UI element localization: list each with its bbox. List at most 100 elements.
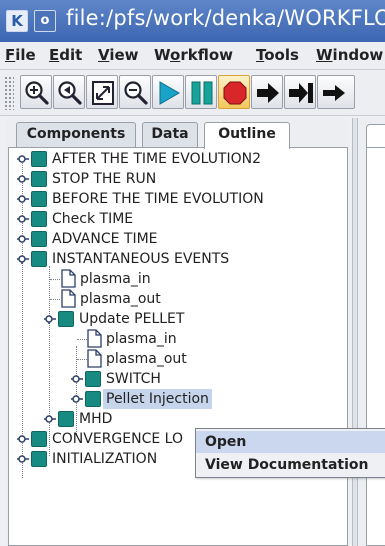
fit-page-button[interactable] <box>86 75 118 109</box>
zoom-back-button[interactable] <box>53 75 85 109</box>
zoom-out-icon <box>124 81 148 105</box>
file-icon <box>61 289 76 308</box>
pause-icon <box>191 81 213 105</box>
file-icon <box>87 349 102 368</box>
tree-node-label: SWITCH <box>106 371 161 387</box>
tree-node[interactable]: INSTANTANEOUS EVENTS <box>9 249 349 269</box>
tree-node[interactable]: plasma_out <box>9 289 349 309</box>
collapsed-toggle-icon[interactable] <box>17 174 29 184</box>
next-button[interactable] <box>317 75 355 109</box>
menu-window[interactable]: Window <box>316 46 383 64</box>
collapsed-toggle-icon[interactable] <box>71 394 83 404</box>
node-icon <box>31 211 47 227</box>
app-logo-icon: K <box>6 10 28 32</box>
node-icon <box>31 431 47 447</box>
title-bar: K o file:/pfs/work/denka/WORKFLO <box>0 0 385 42</box>
node-icon <box>31 171 47 187</box>
collapsed-toggle-icon[interactable] <box>17 454 29 464</box>
tree-node[interactable]: AFTER THE TIME EVOLUTION2 <box>9 149 349 169</box>
tree-node[interactable]: BEFORE THE TIME EVOLUTION <box>9 189 349 209</box>
stop-button[interactable] <box>218 75 250 109</box>
tree-connector <box>77 339 87 340</box>
tree-node-label: CONVERGENCE LO <box>52 431 183 447</box>
context-menu-open[interactable]: Open <box>196 431 385 453</box>
tree-node-label: plasma_out <box>106 351 187 367</box>
node-icon <box>85 391 101 407</box>
node-icon <box>58 311 74 327</box>
menu-bar: File Edit View Workflow Tools Window <box>0 42 385 70</box>
tree-node-label: plasma_out <box>80 291 161 307</box>
collapsed-toggle-icon[interactable] <box>17 234 29 244</box>
tree-node[interactable]: SWITCH <box>9 369 349 389</box>
editor-panel <box>352 118 385 546</box>
context-menu: Open View Documentation <box>195 428 385 478</box>
file-icon <box>61 269 76 288</box>
tab-data[interactable]: Data <box>142 122 198 147</box>
tree-node[interactable]: plasma_in <box>9 269 349 289</box>
menu-tools[interactable]: Tools <box>256 46 299 64</box>
tree-node[interactable]: ADVANCE TIME <box>9 229 349 249</box>
tree-node-label: STOP THE RUN <box>52 171 157 187</box>
editor-tab[interactable] <box>366 124 385 148</box>
node-icon <box>85 371 101 387</box>
expanded-toggle-icon[interactable] <box>44 314 56 324</box>
zoom-in-icon <box>25 81 49 105</box>
toolbar-grip[interactable] <box>4 76 14 110</box>
tree-node[interactable]: MHD <box>9 409 349 429</box>
toolbar <box>0 70 385 116</box>
step-end-button[interactable] <box>284 75 316 109</box>
tab-outline[interactable]: Outline <box>204 122 290 149</box>
fit-page-icon <box>92 81 114 105</box>
collapsed-toggle-icon[interactable] <box>17 194 29 204</box>
collapsed-toggle-icon[interactable] <box>44 414 56 424</box>
collapsed-toggle-icon[interactable] <box>17 434 29 444</box>
menu-file[interactable]: File <box>5 46 36 64</box>
editor-content[interactable] <box>366 147 385 546</box>
arrow-right-icon <box>323 85 345 101</box>
step-button[interactable] <box>251 75 283 109</box>
file-icon <box>87 329 102 348</box>
tree-node-selected[interactable]: Pellet Injection <box>9 389 349 409</box>
menu-view[interactable]: View <box>98 46 139 64</box>
tree-node[interactable]: Check TIME <box>9 209 349 229</box>
arrow-to-end-icon <box>289 83 313 103</box>
tree-node[interactable]: plasma_in <box>9 329 349 349</box>
tree-node-label: Check TIME <box>52 211 134 227</box>
outline-tree: AFTER THE TIME EVOLUTION2 STOP THE RUN B… <box>8 147 348 546</box>
stop-icon <box>223 81 247 105</box>
expanded-toggle-icon[interactable] <box>17 254 29 264</box>
tree-node-label: Update PELLET <box>79 311 185 327</box>
tree-node-label: ADVANCE TIME <box>52 231 158 247</box>
tree-node-label: AFTER THE TIME EVOLUTION2 <box>52 151 262 167</box>
tree-node[interactable]: STOP THE RUN <box>9 169 349 189</box>
tree-connector <box>77 359 87 360</box>
tree-node-label: MHD <box>79 411 113 427</box>
node-icon <box>31 191 47 207</box>
collapsed-toggle-icon[interactable] <box>17 214 29 224</box>
tree-connector <box>50 299 60 300</box>
zoom-in-button[interactable] <box>20 75 52 109</box>
window-title: file:/pfs/work/denka/WORKFLO <box>66 6 385 30</box>
outline-panel: Components Data Outline AFTER THE TIME E… <box>6 118 348 546</box>
menu-edit[interactable]: Edit <box>49 46 82 64</box>
play-icon <box>159 81 180 105</box>
panel-splitter[interactable] <box>352 118 358 546</box>
tree-node-label: INSTANTANEOUS EVENTS <box>52 251 230 267</box>
tree-node[interactable]: plasma_out <box>9 349 349 369</box>
window-menu-icon[interactable]: o <box>34 10 56 32</box>
zoom-out-button[interactable] <box>119 75 151 109</box>
zoom-back-icon <box>58 81 82 105</box>
context-menu-view-documentation[interactable]: View Documentation <box>196 454 385 476</box>
tree-connector <box>50 279 60 280</box>
tab-components[interactable]: Components <box>16 122 136 147</box>
tree-node-label: plasma_in <box>80 271 151 287</box>
collapsed-toggle-icon[interactable] <box>17 154 29 164</box>
run-button[interactable] <box>152 75 184 109</box>
collapsed-toggle-icon[interactable] <box>71 374 83 384</box>
pause-button[interactable] <box>185 75 217 109</box>
tree-node[interactable]: Update PELLET <box>9 309 349 329</box>
tree-node-label: INITIALIZATION <box>52 451 158 467</box>
tree-node-label: plasma_in <box>106 331 177 347</box>
arrow-right-icon <box>257 83 279 103</box>
menu-workflow[interactable]: Workflow <box>154 46 233 64</box>
